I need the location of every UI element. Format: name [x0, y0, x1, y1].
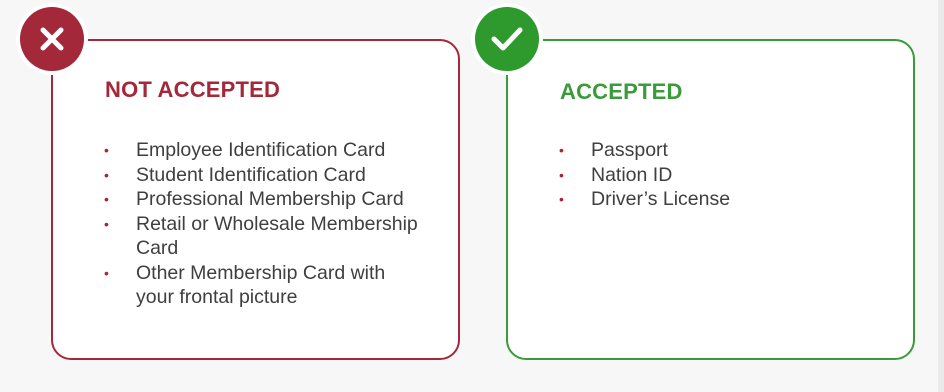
list-item: Nation ID	[559, 163, 879, 188]
list-item: Student Identification Card	[104, 163, 424, 188]
list-item: Other Membership Card with your frontal …	[104, 261, 424, 310]
not-accepted-list: Employee Identification Card Student Ide…	[104, 138, 424, 310]
list-item: Passport	[559, 138, 879, 163]
check-icon	[491, 27, 523, 51]
close-icon	[40, 27, 64, 51]
list-item: Professional Membership Card	[104, 187, 424, 212]
list-item: Employee Identification Card	[104, 138, 424, 163]
accepted-heading: ACCEPTED	[560, 79, 683, 104]
accepted-badge	[475, 7, 539, 71]
accepted-list: Passport Nation ID Driver’s License	[559, 138, 879, 212]
not-accepted-badge	[20, 7, 84, 71]
not-accepted-heading: NOT ACCEPTED	[105, 77, 281, 102]
page-edge-strip	[938, 0, 944, 392]
list-item: Driver’s License	[559, 187, 879, 212]
list-item: Retail or Wholesale Membership Card	[104, 212, 424, 261]
